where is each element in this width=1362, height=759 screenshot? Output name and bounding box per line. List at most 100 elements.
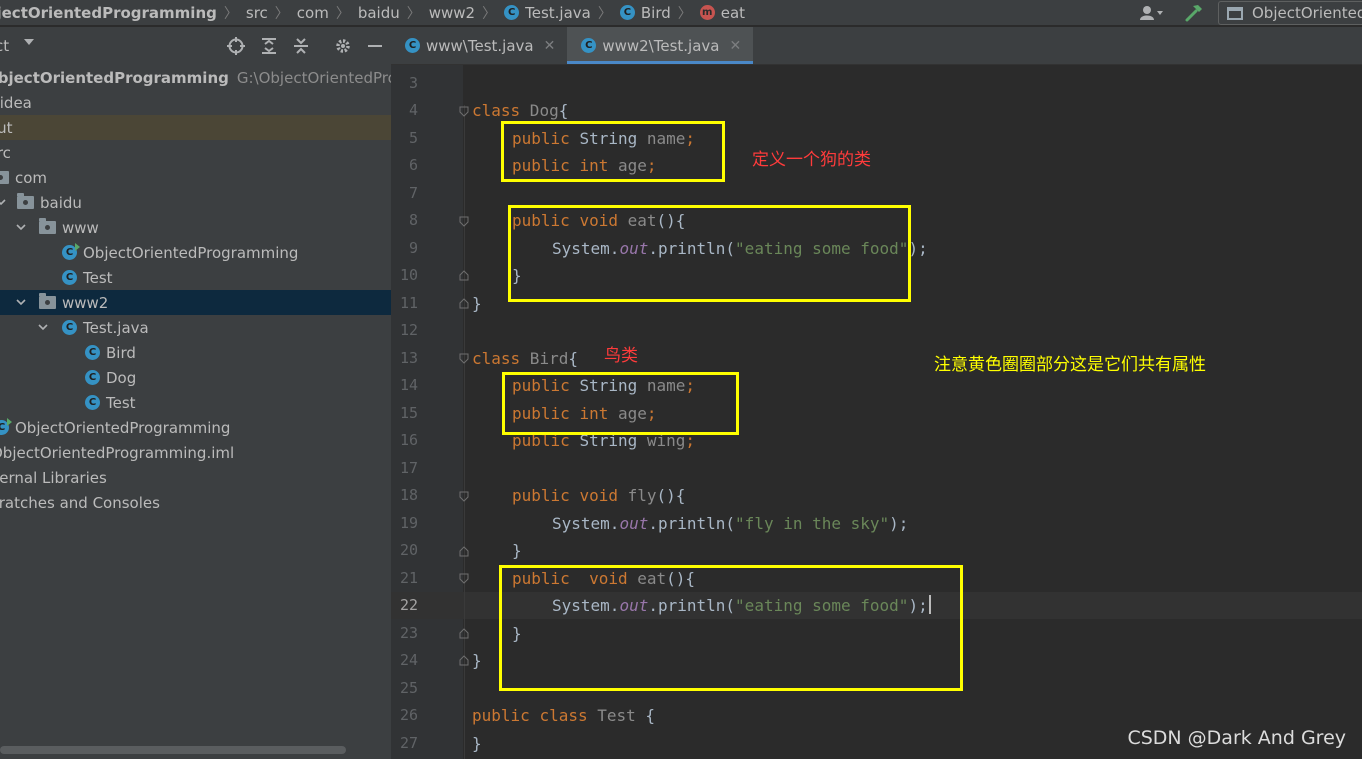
code-line[interactable]: } [472,290,482,317]
code-token: class [472,101,521,120]
fold-close-icon[interactable] [459,546,469,557]
line-number: 10 [399,266,418,284]
close-icon[interactable]: ✕ [729,38,741,54]
fold-open-icon[interactable] [459,573,469,584]
chevron-down-icon[interactable] [16,297,26,307]
tree-item-out[interactable]: out [0,115,391,140]
minimize-icon[interactable] [366,37,384,55]
breadcrumb-baidu[interactable]: baidu [358,4,400,22]
tree-root[interactable]: ObjectOrientedProgramming G:\ObjectOrien… [0,65,391,90]
code-token: (){ [656,486,686,505]
highlight-box-dog-fields [501,121,725,182]
user-icon[interactable] [1138,3,1166,23]
line-number: 26 [399,706,418,724]
line-number: 17 [399,459,418,477]
tree-item-label: Bird [106,343,136,362]
tree-item-label: Dog [106,368,137,387]
tree-item-bird[interactable]: C Bird [0,340,391,365]
fold-open-icon[interactable] [459,106,469,117]
highlight-box-bird-fields [502,372,739,435]
run-configuration-selector[interactable]: ObjectOrientedProgramming [1218,1,1362,25]
breadcrumb-method[interactable]: eat [721,4,745,22]
code-line[interactable]: } [472,730,482,757]
tree-item-baidu[interactable]: baidu [0,190,391,215]
breadcrumb-class[interactable]: Bird [641,4,671,22]
tree-item-www2[interactable]: www2 [0,290,391,315]
tree-item-dog[interactable]: C Dog [0,365,391,390]
fold-open-icon[interactable] [459,353,469,364]
line-number: 25 [399,679,418,697]
chevron-down-icon[interactable] [38,322,48,332]
build-hammer-icon[interactable] [1182,3,1206,23]
line-number: 19 [399,514,418,532]
editor-tab-bar: C www\Test.java ✕ C www2\Test.java ✕ [391,27,1362,65]
locate-target-icon[interactable] [227,37,245,55]
tree-item-label: com [15,168,48,187]
fold-close-icon[interactable] [459,655,469,666]
tree-item-label: www2 [62,293,109,312]
code-line[interactable]: System.out.println("fly in the sky"); [552,510,908,537]
project-panel-title[interactable]: ct [0,37,9,55]
breadcrumb-www2[interactable]: www2 [429,4,475,22]
tree-item-src[interactable]: src [0,140,391,165]
code-line[interactable]: public class Test { [472,702,655,729]
tree-item-test-class[interactable]: C Test [0,390,391,415]
tree-item-object-oriented-programming[interactable]: C ObjectOrientedProgramming [0,240,391,265]
horizontal-scrollbar[interactable] [0,746,346,754]
tree-item-test-java[interactable]: C Test.java [0,315,391,340]
breadcrumb: ObjectOrientedProgramming 〉 src 〉 com 〉 … [0,0,745,26]
line-number: 15 [399,404,418,422]
line-number: 9 [408,239,418,257]
expand-all-icon[interactable] [260,37,278,55]
breadcrumb-src[interactable]: src [246,4,268,22]
tree-item-scratches[interactable]: Scratches and Consoles [0,490,391,515]
tree-item-www[interactable]: www [0,215,391,240]
breadcrumb-separator: 〉 [677,5,692,22]
tree-item-label: ObjectOrientedProgramming [15,418,231,437]
tree-item-idea[interactable]: .idea [0,90,391,115]
breadcrumb-com[interactable]: com [297,4,329,22]
code-token: ); [889,514,909,533]
tree-item-iml[interactable]: ObjectOrientedProgramming.iml [0,440,391,465]
code-line[interactable]: } [472,647,482,674]
collapse-all-icon[interactable] [292,37,310,55]
java-class-icon: C [581,38,597,53]
code-line[interactable]: class Bird{ [472,345,578,372]
fold-close-icon[interactable] [459,298,469,309]
chevron-down-icon[interactable] [16,222,26,232]
highlight-box-dog-eat [508,205,911,302]
fold-close-icon[interactable] [459,628,469,639]
close-icon[interactable]: ✕ [544,38,556,54]
tree-item-external-libraries[interactable]: External Libraries [0,465,391,490]
code-editor[interactable]: 3 4 5 6 7 8 9 10 11 12 13 14 15 16 17 18… [391,65,1362,759]
line-number: 12 [399,321,418,339]
chevron-down-icon[interactable] [0,197,6,207]
fold-open-icon[interactable] [459,491,469,502]
fold-close-icon[interactable] [459,270,469,281]
code-line[interactable]: class Dog{ [472,97,568,124]
package-folder-icon [39,293,56,309]
chevron-down-icon[interactable] [24,39,34,45]
fold-open-icon[interactable] [459,216,469,227]
breadcrumb-project[interactable]: ObjectOrientedProgramming [0,4,217,22]
code-line[interactable]: } [512,537,522,564]
gear-icon[interactable] [334,37,352,55]
tab-www-test-java[interactable]: C www\Test.java ✕ [391,27,567,64]
line-number: 6 [408,156,418,174]
tree-item-com[interactable]: com [0,165,391,190]
line-number: 11 [399,294,418,312]
tree-item-label: Scratches and Consoles [0,493,160,512]
code-token: fly [627,486,657,505]
tree-item-label: ObjectOrientedProgramming.iml [0,443,235,462]
project-tree[interactable]: ObjectOrientedProgramming G:\ObjectOrien… [0,65,391,515]
code-token: void [579,486,618,505]
tree-item-object-oriented-programming-class[interactable]: C ObjectOrientedProgramming [0,415,391,440]
package-folder-icon [39,218,56,234]
code-token: "fly in the sky" [735,514,890,533]
tree-item-test[interactable]: C Test [0,265,391,290]
tab-www2-test-java[interactable]: C www2\Test.java ✕ [567,27,754,64]
breadcrumb-file[interactable]: Test.java [525,4,591,22]
code-line[interactable]: public void fly(){ [512,482,685,509]
